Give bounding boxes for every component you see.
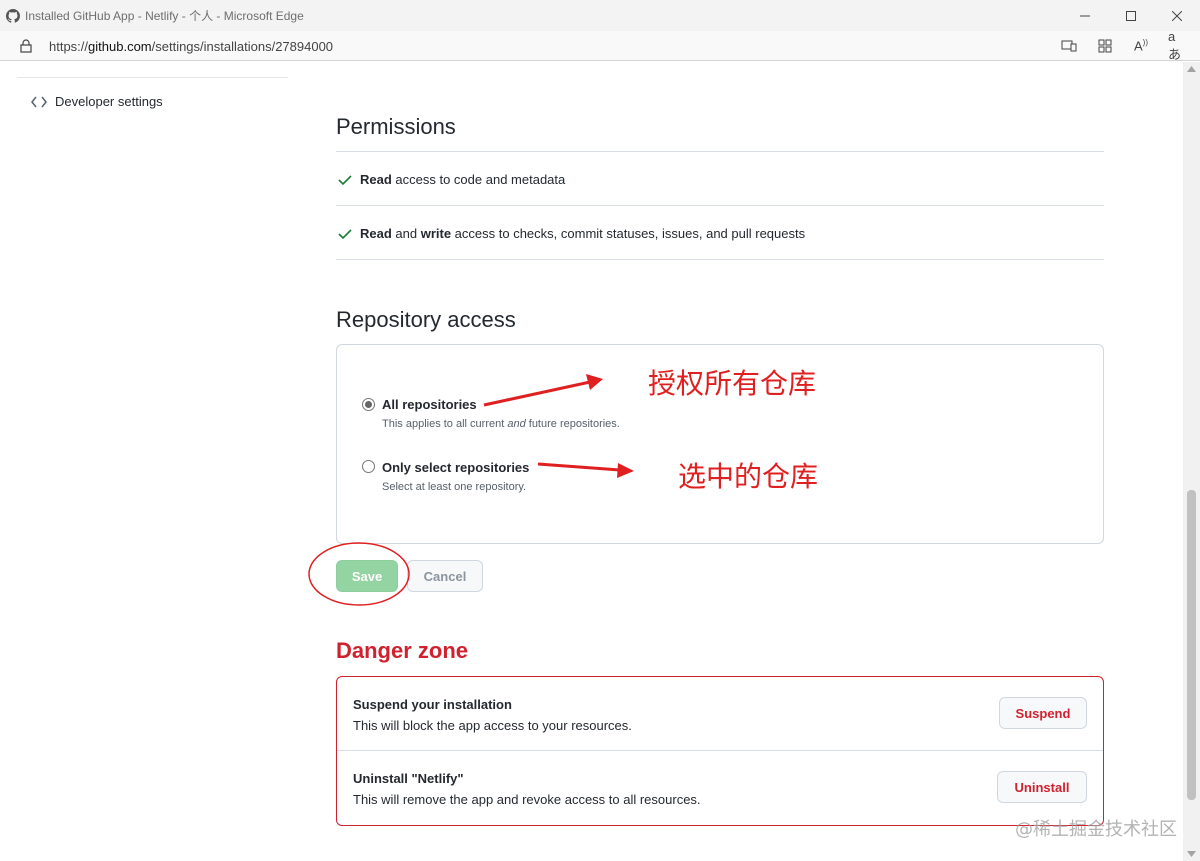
read-aloud-button[interactable]: A)) — [1132, 37, 1150, 55]
minimize-button[interactable] — [1062, 0, 1108, 31]
all-repositories-note: This applies to all current and future r… — [382, 418, 620, 430]
device-icon — [1061, 40, 1077, 52]
translate-button[interactable]: aあ — [1168, 29, 1186, 62]
divider — [337, 750, 1103, 751]
suspend-title: Suspend your installation — [353, 697, 512, 712]
select-repositories-radio[interactable] — [362, 460, 375, 473]
check-icon — [338, 228, 352, 239]
lock-icon — [20, 39, 32, 53]
permission-item: Read access to code and metadata — [338, 172, 565, 187]
url-text[interactable]: https://github.com/settings/installation… — [49, 39, 333, 54]
address-bar[interactable]: https://github.com/settings/installation… — [0, 29, 1200, 62]
read-aloud-icon: A)) — [1134, 38, 1148, 54]
danger-zone-heading: Danger zone — [336, 638, 469, 663]
page-content: Developer settings Permissions Read acce… — [0, 62, 1183, 861]
repository-access-heading: Repository access — [336, 307, 516, 332]
suspend-button[interactable]: Suspend — [999, 697, 1087, 729]
apps-button[interactable] — [1096, 37, 1114, 55]
divider — [336, 259, 1104, 260]
all-repositories-radio[interactable] — [362, 398, 375, 411]
scroll-down-icon[interactable] — [1187, 851, 1196, 857]
select-repositories-label[interactable]: Only select repositories — [382, 460, 529, 475]
maximize-icon — [1126, 10, 1136, 21]
code-icon — [31, 96, 47, 107]
scroll-up-icon[interactable] — [1187, 66, 1196, 72]
annotation-all-repositories: 授权所有仓库 — [648, 367, 817, 400]
divider — [336, 151, 1104, 152]
sidebar-item-developer-settings[interactable]: Developer settings — [31, 94, 163, 109]
select-repositories-note: Select at least one repository. — [382, 481, 527, 493]
suspend-description: This will block the app access to your r… — [353, 718, 632, 733]
close-icon — [1172, 10, 1182, 21]
watermark: @稀土掘金技术社区 — [1015, 819, 1177, 840]
github-icon — [6, 8, 20, 23]
grid-icon — [1098, 39, 1112, 53]
window-titlebar: Installed GitHub App - Netlify - 个人 - Mi… — [0, 0, 1200, 31]
save-button[interactable]: Save — [336, 560, 398, 592]
vertical-scrollbar[interactable] — [1183, 62, 1200, 861]
maximize-button[interactable] — [1108, 0, 1154, 31]
sidebar-item-label: Developer settings — [55, 94, 163, 109]
sidebar-divider — [17, 77, 288, 78]
divider — [336, 205, 1104, 206]
translate-icon: aあ — [1168, 29, 1182, 62]
minimize-icon — [1080, 15, 1090, 16]
uninstall-description: This will remove the app and revoke acce… — [353, 792, 701, 807]
uninstall-title: Uninstall "Netlify" — [353, 771, 464, 786]
check-icon — [338, 174, 352, 185]
app-available-button[interactable] — [1060, 37, 1078, 55]
scrollbar-thumb[interactable] — [1187, 490, 1196, 800]
cancel-button[interactable]: Cancel — [407, 560, 483, 592]
annotation-select-repositories: 选中的仓库 — [678, 460, 819, 493]
uninstall-button[interactable]: Uninstall — [997, 771, 1087, 803]
permission-item: Read and write access to checks, commit … — [338, 226, 805, 241]
danger-zone-box: Suspend your installation This will bloc… — [336, 676, 1104, 826]
close-window-button[interactable] — [1154, 0, 1200, 31]
all-repositories-label[interactable]: All repositories — [382, 397, 477, 412]
window-title: Installed GitHub App - Netlify - 个人 - Mi… — [25, 9, 304, 23]
permissions-heading: Permissions — [336, 114, 456, 139]
